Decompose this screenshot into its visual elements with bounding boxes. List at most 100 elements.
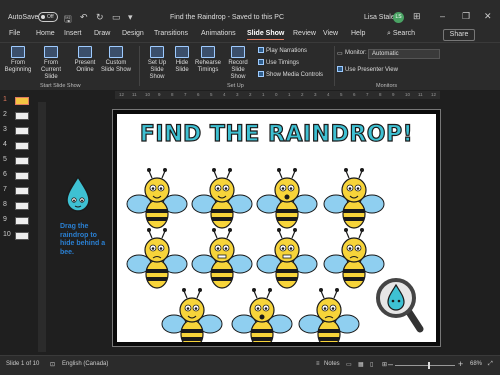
status-bar: Slide 1 of 10 ⊡ English (Canada) ≡ Notes… xyxy=(0,355,500,375)
rehearse-timings-button[interactable]: Rehearse Timings xyxy=(194,46,222,74)
record-label: Record Slide Show xyxy=(228,60,248,80)
slide-thumbnail-image xyxy=(15,187,29,195)
slide-thumbnail-image xyxy=(15,112,29,120)
share-button[interactable]: Share xyxy=(443,29,475,41)
notes-button[interactable]: Notes xyxy=(324,361,340,367)
zoom-slider-handle[interactable] xyxy=(428,362,430,369)
use-presenter-view-label: Use Presenter View xyxy=(345,67,398,73)
ruler-tick: 3 xyxy=(236,92,239,97)
tab-review[interactable]: Review xyxy=(293,30,316,37)
search-button[interactable]: ⌕ Search xyxy=(387,30,415,38)
bee-smile-icon xyxy=(191,168,253,229)
record-slide-show-button[interactable]: Record Slide Show xyxy=(224,46,252,81)
bee-bored-icon xyxy=(298,288,360,342)
slide-number: 4 xyxy=(3,141,7,148)
ruler-tick: 10 xyxy=(145,92,151,97)
from-current-button[interactable]: From Current Slide xyxy=(34,46,68,81)
search-label: Search xyxy=(392,30,416,37)
raindrop-icon[interactable] xyxy=(64,175,92,213)
restore-icon[interactable]: ❐ xyxy=(462,11,470,22)
redo-icon[interactable]: ↻ xyxy=(96,12,104,23)
play-narrations-checkbox[interactable]: Play Narrations xyxy=(258,47,307,54)
slide-number: 9 xyxy=(3,216,7,223)
ruler-tick: 4 xyxy=(223,92,226,97)
slide-thumbnail[interactable]: 5 xyxy=(3,156,33,166)
ruler-tick: 10 xyxy=(405,92,411,97)
present-online-button[interactable]: Present Online xyxy=(71,46,99,74)
ruler-tick: 2 xyxy=(249,92,252,97)
slide-thumbnail[interactable]: 7 xyxy=(3,186,33,196)
bee-happy-icon xyxy=(323,168,385,229)
slide-sorter-icon[interactable]: ▦ xyxy=(358,361,364,368)
ruler-tick: 9 xyxy=(392,92,395,97)
tab-view[interactable]: View xyxy=(323,30,338,37)
ruler-tick: 4 xyxy=(327,92,330,97)
zoom-level[interactable]: 68% xyxy=(470,361,482,367)
avatar[interactable]: LS xyxy=(393,12,404,23)
bee-shock-icon xyxy=(256,168,318,229)
slide-thumbnail-image xyxy=(15,172,29,180)
magnifier-raindrop-icon[interactable] xyxy=(374,274,424,334)
slideshow-view-icon[interactable]: ⊞ xyxy=(382,361,387,368)
instruction-text: Drag the raindrop to hide behind a bee. xyxy=(60,223,106,256)
fit-slide-icon[interactable]: ⤢ xyxy=(488,361,493,368)
accessibility-icon[interactable]: ⊡ xyxy=(50,361,55,368)
tab-file[interactable]: File xyxy=(9,30,20,37)
normal-view-icon[interactable]: ▭ xyxy=(346,361,352,368)
slide-thumbnail[interactable]: 2 xyxy=(3,111,33,121)
slide-thumbnail[interactable]: 8 xyxy=(3,201,33,211)
ruler-tick: 7 xyxy=(184,92,187,97)
show-media-controls-checkbox[interactable]: Show Media Controls xyxy=(258,71,323,78)
save-icon[interactable]: 🖫 xyxy=(64,12,72,28)
tab-slide-show[interactable]: Slide Show xyxy=(247,30,285,40)
ruler-tick: 9 xyxy=(158,92,161,97)
present-online-label: Present Online xyxy=(74,60,96,73)
slide-thumbnail[interactable]: 3 xyxy=(3,126,33,136)
autosave-label: AutoSave xyxy=(8,14,39,21)
ruler-tick: 12 xyxy=(119,92,125,97)
language-indicator[interactable]: English (Canada) xyxy=(62,361,108,367)
start-group-label: Start Slide Show xyxy=(40,83,81,89)
more-icon[interactable]: ▾ xyxy=(128,12,133,23)
zoom-in-icon[interactable]: + xyxy=(458,359,463,369)
slide-number: 10 xyxy=(3,231,11,238)
use-timings-checkbox[interactable]: Use Timings xyxy=(258,59,299,66)
slide-thumbnail-pane: 1 2 3 4 5 6 7 8 9 10 xyxy=(0,92,34,352)
hide-slide-button[interactable]: Hide Slide xyxy=(172,46,192,74)
slide-thumbnail[interactable]: 4 xyxy=(3,141,33,151)
slide-thumbnail[interactable]: 10 xyxy=(3,231,33,241)
tab-design[interactable]: Design xyxy=(122,30,144,37)
custom-show-button[interactable]: Custom Slide Show xyxy=(100,46,132,74)
show-media-controls-label: Show Media Controls xyxy=(266,72,324,78)
use-presenter-view-checkbox[interactable]: Use Presenter View xyxy=(337,66,398,73)
monitor-icon: ▭ xyxy=(337,51,343,57)
tab-help[interactable]: Help xyxy=(351,30,365,37)
present-icon[interactable]: ▭ xyxy=(112,12,121,23)
zoom-out-icon[interactable]: – xyxy=(388,359,393,369)
tab-transitions[interactable]: Transitions xyxy=(154,30,188,37)
from-beginning-button[interactable]: From Beginning xyxy=(4,46,32,74)
slide-number: 7 xyxy=(3,186,7,193)
tab-home[interactable]: Home xyxy=(36,30,55,37)
present-online-icon xyxy=(78,46,92,58)
slide-thumbnail[interactable]: 6 xyxy=(3,171,33,181)
tab-insert[interactable]: Insert xyxy=(64,30,82,37)
slide-thumbnail[interactable]: 9 xyxy=(3,216,33,226)
monitor-select[interactable]: Automatic xyxy=(368,49,440,59)
reading-view-icon[interactable]: ▯ xyxy=(370,361,373,368)
undo-icon[interactable]: ↶ xyxy=(80,12,88,23)
slide-thumbnail-image xyxy=(15,202,29,210)
zoom-slider[interactable] xyxy=(395,365,455,366)
minimize-icon[interactable]: – xyxy=(440,11,445,21)
setup-show-button[interactable]: Set Up Slide Show xyxy=(143,46,171,81)
slide-thumbnail[interactable]: 1 xyxy=(3,96,33,106)
ribbon-display-icon[interactable]: ⊞ xyxy=(413,11,421,22)
notes-icon[interactable]: ≡ xyxy=(316,361,320,367)
ruler-tick: 8 xyxy=(171,92,174,97)
slide-thumbnail-image xyxy=(15,217,29,225)
tab-draw[interactable]: Draw xyxy=(94,30,110,37)
tab-animations[interactable]: Animations xyxy=(201,30,236,37)
ruler-tick: 11 xyxy=(418,92,423,97)
autosave-toggle[interactable]: Off xyxy=(38,12,58,22)
close-icon[interactable]: ✕ xyxy=(484,11,492,22)
